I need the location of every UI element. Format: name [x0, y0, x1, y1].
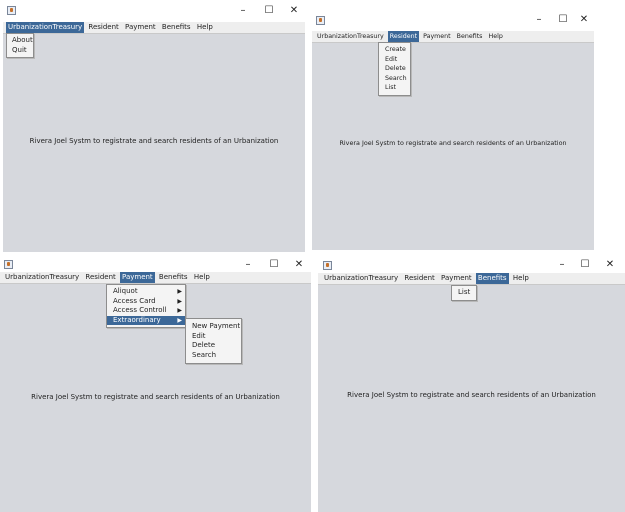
menu-urbanization-treasury[interactable]: UrbanizationTreasury — [322, 273, 400, 284]
main-description-text: Rivera Joel Systm to registrate and sear… — [347, 391, 596, 399]
submenu-arrow-icon: ▶ — [177, 316, 182, 324]
menu-item-create[interactable]: Create — [379, 45, 410, 55]
menu-benefits[interactable]: Benefits — [157, 272, 190, 283]
menu-item-label: Access Card — [113, 296, 156, 305]
menu-urbanization-treasury[interactable]: UrbanizationTreasury — [3, 272, 81, 283]
java-app-icon — [4, 260, 13, 269]
window-resident-menu: – ☐ ✕ UrbanizationTreasury Resident Paym… — [312, 11, 594, 250]
main-description-text: Rivera Joel Systm to registrate and sear… — [31, 393, 280, 401]
maximize-icon[interactable]: ☐ — [555, 13, 571, 27]
menu-item-search[interactable]: Search — [379, 74, 410, 84]
submenu-arrow-icon: ▶ — [177, 297, 182, 305]
window-benefits-menu: – ☐ ✕ UrbanizationTreasury Resident Paym… — [318, 256, 625, 512]
minimize-icon[interactable]: – — [235, 4, 251, 18]
main-description-text: Rivera Joel Systm to registrate and sear… — [339, 139, 567, 147]
menu-payment[interactable]: Payment — [439, 273, 474, 284]
menu-benefits[interactable]: Benefits — [160, 22, 193, 33]
menu-payment[interactable]: Payment — [120, 272, 155, 283]
menu-item-about[interactable]: About — [7, 36, 33, 46]
menu-item-search[interactable]: Search — [186, 351, 241, 361]
java-app-icon — [316, 16, 325, 25]
menu-resident[interactable]: Resident — [402, 273, 436, 284]
java-app-icon — [323, 261, 332, 270]
resident-dropdown: Create Edit Delete Search List — [378, 42, 411, 96]
maximize-icon[interactable]: ☐ — [266, 258, 282, 272]
extraordinary-submenu: New Payment Edit Delete Search — [185, 318, 242, 365]
menu-urbanization-treasury[interactable]: UrbanizationTreasury — [315, 31, 386, 42]
menu-bar: UrbanizationTreasury Resident Payment Be… — [318, 273, 625, 285]
payment-dropdown: Aliquot ▶ Access Card ▶ Access Controll ▶ E… — [106, 284, 186, 329]
menu-item-delete[interactable]: Delete — [379, 64, 410, 74]
menu-item-label: Access Controll — [113, 306, 167, 315]
title-bar: – ☐ ✕ — [3, 2, 305, 22]
maximize-icon[interactable]: ☐ — [577, 258, 593, 272]
menu-bar: UrbanizationTreasury Resident Payment Be… — [3, 22, 305, 34]
close-icon[interactable]: ✕ — [576, 13, 592, 27]
minimize-icon[interactable]: – — [531, 13, 547, 27]
close-icon[interactable]: ✕ — [286, 4, 302, 18]
minimize-icon[interactable]: – — [554, 258, 570, 272]
menu-benefits[interactable]: Benefits — [475, 273, 509, 284]
window-payment-menu: – ☐ ✕ UrbanizationTreasury Resident Paym… — [0, 256, 311, 512]
close-icon[interactable]: ✕ — [602, 258, 618, 272]
menu-benefits[interactable]: Benefits — [455, 31, 485, 42]
menu-item-list[interactable]: List — [452, 288, 476, 298]
menu-item-list[interactable]: List — [379, 83, 410, 93]
benefits-dropdown: List — [451, 285, 477, 301]
maximize-icon[interactable]: ☐ — [261, 4, 277, 18]
java-app-icon — [7, 6, 16, 15]
menu-help[interactable]: Help — [192, 272, 212, 283]
close-icon[interactable]: ✕ — [291, 258, 307, 272]
menu-resident[interactable]: Resident — [86, 22, 120, 33]
menu-urbanization-treasury[interactable]: UrbanizationTreasury — [6, 22, 85, 33]
menu-bar: UrbanizationTreasury Resident Payment Be… — [0, 272, 311, 284]
submenu-arrow-icon: ▶ — [177, 307, 182, 315]
urbanization-dropdown: About Quit — [6, 33, 34, 59]
menu-resident[interactable]: Resident — [83, 272, 117, 283]
menu-help[interactable]: Help — [486, 31, 504, 42]
title-bar: – ☐ ✕ — [312, 11, 594, 31]
main-description-text: Rivera Joel Systm to registrate and sear… — [29, 137, 279, 145]
menu-item-new-payment[interactable]: New Payment — [186, 322, 241, 332]
menu-item-quit[interactable]: Quit — [7, 46, 33, 56]
menu-item-delete[interactable]: Delete — [186, 341, 241, 351]
window-urbanization-menu: – ☐ ✕ UrbanizationTreasury Resident Paym… — [3, 2, 305, 252]
menu-resident[interactable]: Resident — [387, 31, 420, 42]
menu-item-access-card[interactable]: Access Card ▶ — [107, 297, 185, 307]
minimize-icon[interactable]: – — [240, 258, 256, 272]
menu-item-edit[interactable]: Edit — [186, 332, 241, 342]
menu-help[interactable]: Help — [511, 273, 531, 284]
menu-help[interactable]: Help — [195, 22, 215, 33]
menu-item-edit[interactable]: Edit — [379, 55, 410, 65]
menu-payment[interactable]: Payment — [421, 31, 453, 42]
menu-item-label: Aliquot — [113, 287, 138, 295]
menu-bar: UrbanizationTreasury Resident Payment Be… — [312, 31, 594, 43]
menu-item-label: Extraordinary — [113, 315, 161, 324]
menu-payment[interactable]: Payment — [123, 22, 158, 33]
menu-item-aliquot[interactable]: Aliquot ▶ — [107, 287, 185, 297]
menu-item-access-controll[interactable]: Access Controll ▶ — [107, 306, 185, 316]
submenu-arrow-icon: ▶ — [177, 288, 182, 295]
menu-item-extraordinary[interactable]: Extraordinary ▶ — [107, 315, 185, 326]
